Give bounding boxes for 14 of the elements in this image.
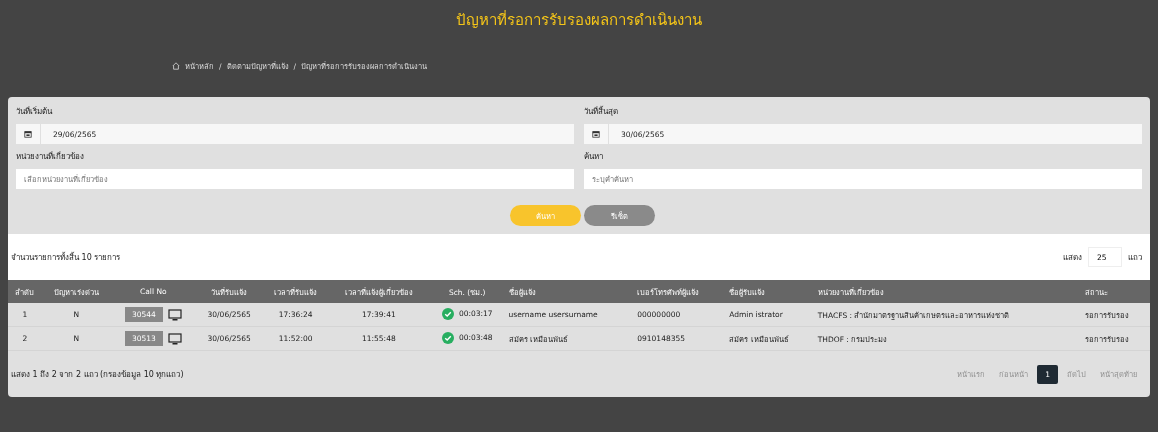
field-label: หน่วยงานที่เกี่ยวข้อง [16, 150, 85, 163]
table-info: แสดง 1 ถึง 2 จาก 2 แถว (กรองข้อมูล 10 ทุกแถว) [11, 368, 184, 381]
calendar-icon [592, 130, 600, 138]
home-icon [172, 62, 180, 70]
page-title: ปัญหาที่รอการรับรองผลการดำเนินงาน [456, 9, 702, 31]
field-label: ค้นหา [584, 151, 604, 163]
monitor-icon[interactable] [167, 308, 182, 321]
field-label: วันที่เริ่มต้น [16, 105, 54, 118]
field-label: วันที่สิ้นสุด [584, 105, 619, 118]
page-size-unit: แถว [1128, 251, 1142, 264]
record-count: จำนวนรายการทั้งสิ้น 10 รายการ [11, 251, 121, 264]
page-size-label: แสดง [1063, 251, 1082, 264]
monitor-icon[interactable] [167, 332, 182, 345]
calendar-icon [24, 130, 32, 138]
